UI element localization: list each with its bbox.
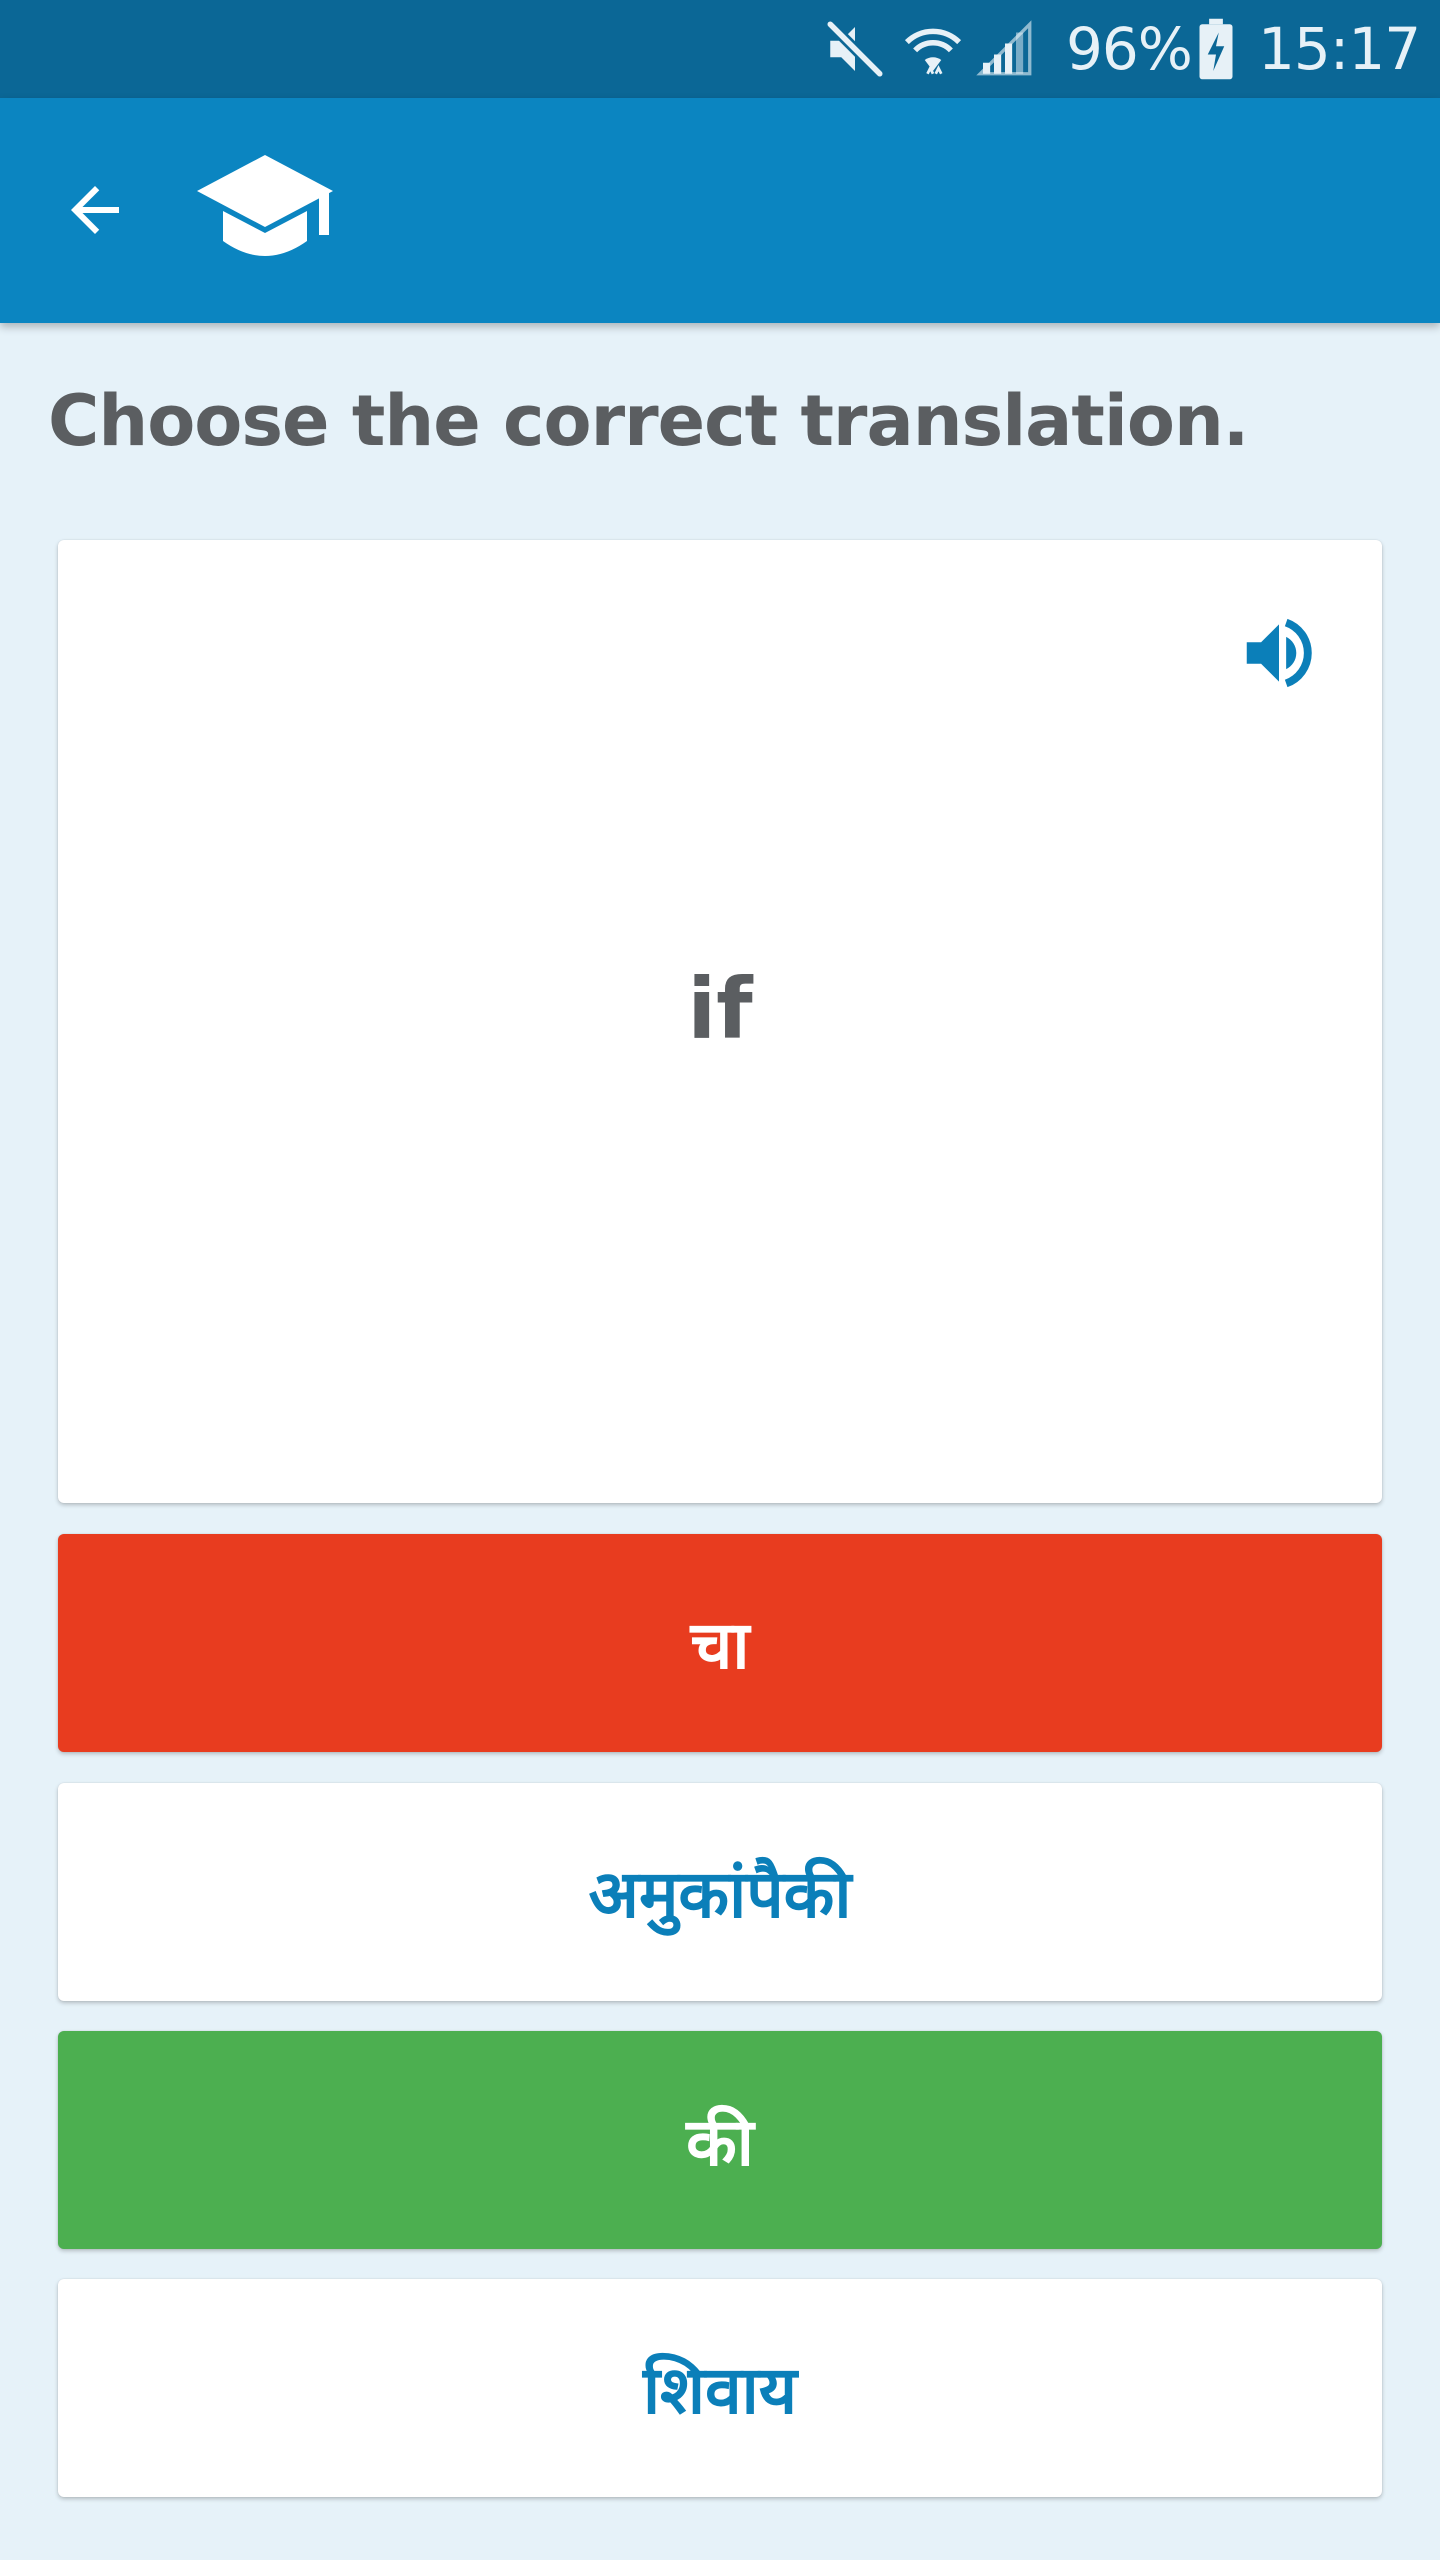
answer-option-4[interactable]: शिवाय bbox=[58, 2279, 1382, 2497]
wifi-icon bbox=[900, 0, 966, 98]
answer-option-2[interactable]: अमुकांपैकी bbox=[58, 1783, 1382, 2001]
app-bar bbox=[0, 98, 1440, 323]
instruction-text: Choose the correct translation. bbox=[48, 380, 1249, 462]
battery-charging-icon bbox=[1196, 0, 1236, 98]
battery-percent: 96% bbox=[1066, 15, 1193, 83]
answer-option-label: अमुकांपैकी bbox=[588, 1856, 852, 1933]
clock: 15:17 bbox=[1258, 15, 1421, 83]
answer-option-label: शिवाय bbox=[642, 2352, 798, 2429]
signal-icon bbox=[972, 0, 1038, 98]
answer-option-label: की bbox=[686, 2104, 754, 2181]
status-bar: 96% 15:17 bbox=[0, 0, 1440, 98]
answer-option-label: चा bbox=[690, 1607, 750, 1684]
arrow-left-icon bbox=[71, 186, 119, 234]
answer-option-1[interactable]: चा bbox=[58, 1534, 1382, 1752]
answer-option-3[interactable]: की bbox=[58, 2031, 1382, 2249]
mute-icon bbox=[822, 0, 888, 98]
graduation-cap-icon bbox=[195, 153, 335, 268]
prompt-word: if bbox=[687, 960, 753, 1058]
speaker-icon bbox=[1246, 618, 1312, 688]
word-card: if bbox=[58, 540, 1382, 1503]
play-audio-button[interactable] bbox=[1234, 608, 1324, 698]
back-button[interactable] bbox=[40, 160, 150, 260]
